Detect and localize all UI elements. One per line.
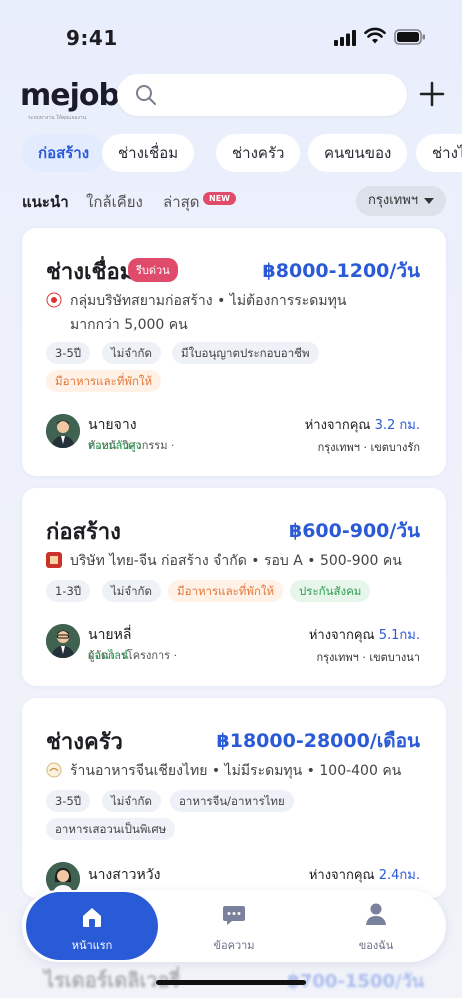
distance-label: ห่างจากคุณ <box>308 868 375 883</box>
company-logo-icon <box>46 552 62 568</box>
status-time: 9:41 <box>66 26 118 50</box>
distance-label: ห่างจากคุณ <box>308 628 375 643</box>
category-chips: ก่อสร้าง ช่างเชื่อม ช่างครัว คนขนของ ช่า… <box>0 134 462 174</box>
recruiter-name: นายหลี่ <box>88 627 132 643</box>
recruiter-name: นางสาวหวัง <box>88 867 161 883</box>
urgent-badge: รีบด่วน <box>128 258 178 282</box>
distance-value: 5.1กม. <box>378 628 420 643</box>
company-logo-icon <box>46 292 62 308</box>
job-card[interactable]: ช่างเชื่อม รีบด่วน ฿8000-1200/วัน กลุ่มบ… <box>22 228 446 476</box>
company-info: กลุ่มบริษัทสยามก่อสร้าง • ไม่ต้องการระดม… <box>70 293 347 309</box>
job-tag: 1-3ปี <box>46 580 91 602</box>
company-logo-icon <box>46 762 62 778</box>
avatar <box>46 414 80 448</box>
job-salary: ฿600-900/วัน <box>288 520 420 542</box>
nav-home-label: หน้าแรก <box>71 939 113 952</box>
job-tag: มีอาหารและที่พักให้ <box>168 580 284 602</box>
logo-text: mejob <box>20 78 120 113</box>
recruiter-avatar-icon <box>46 414 80 448</box>
job-tag: 3-5ปี <box>46 342 91 364</box>
job-title: ช่างเชื่อม <box>46 260 135 285</box>
nav-profile-label: ของฉัน <box>358 939 394 952</box>
wifi-icon <box>364 27 386 44</box>
search-icon <box>136 85 156 105</box>
home-indicator <box>156 980 306 985</box>
job-location: กรุงเทพฯ · เขตบางนา <box>316 651 420 664</box>
job-tag: ประกันสังคม <box>290 580 371 602</box>
job-tag: มีใบอนุญาตประกอบอาชีพ <box>172 342 319 364</box>
job-tag: ไม่จำกัด <box>102 790 161 812</box>
search-bar[interactable] <box>117 74 407 116</box>
bottom-nav: หน้าแรก ข้อความ ของฉัน <box>22 890 446 962</box>
caret-down-icon <box>424 198 434 204</box>
distance: ห่างจากคุณ 2.4กม. <box>309 864 420 885</box>
recruiter-role: หัวหน้าวิศวกรรม · ตอบกลับสูง <box>88 436 174 454</box>
tab-nearby[interactable]: ใกล้เคียง <box>86 190 143 214</box>
region-label: กรุงเทพฯ <box>368 193 419 208</box>
message-icon <box>223 906 245 925</box>
job-tag: ไม่จำกัด <box>102 580 161 602</box>
recruiter-avatar-icon <box>46 624 80 658</box>
peek-job-salary: ฿700-1500/วัน <box>287 971 424 992</box>
job-card[interactable]: ช่างครัว ฿18000-28000/เดือน ร้านอาหารจีน… <box>22 698 446 898</box>
app-logo[interactable]: mejob ระบบหางาน ให้คุณเจองาน <box>20 78 120 121</box>
job-tag: มีอาหารและที่พักให้ <box>46 370 162 392</box>
category-chip-cook[interactable]: ช่างครัว <box>216 134 301 172</box>
status-bar: 9:41 <box>0 0 462 70</box>
distance: ห่างจากคุณ 3.2 กม. <box>305 414 420 435</box>
job-location: กรุงเทพฯ · เขตบางรัก <box>317 441 420 454</box>
category-chip-construction[interactable]: ก่อสร้าง <box>22 134 106 172</box>
region-filter[interactable]: กรุงเทพฯ <box>356 186 446 216</box>
battery-icon <box>394 29 425 45</box>
job-salary: ฿18000-28000/เดือน <box>216 730 420 752</box>
distance-value: 3.2 กม. <box>374 418 420 433</box>
new-badge: NEW <box>203 192 236 205</box>
distance: ห่างจากคุณ 5.1กม. <box>309 624 420 645</box>
job-title: ก่อสร้าง <box>46 520 121 545</box>
nav-profile[interactable]: ของฉัน <box>344 890 408 962</box>
job-tag: 3-5ปี <box>46 790 91 812</box>
avatar <box>46 624 80 658</box>
category-chip-electrician[interactable]: ช่างไฟ <box>416 134 462 172</box>
job-tag: อาหารเสอวนเป็นพิเศษ <box>46 818 176 840</box>
job-title: ช่างครัว <box>46 730 123 755</box>
company-info: ร้านอาหารจีนเชียงไทย • ไม่มีระดมทุน • 10… <box>70 763 402 779</box>
recruiter-name: นายจาง <box>88 417 137 433</box>
category-chip-welder[interactable]: ช่างเชื่อม <box>102 134 195 172</box>
search-input[interactable] <box>167 82 387 108</box>
company-size: มากกว่า 5,000 คน <box>70 317 188 333</box>
job-card[interactable]: ก่อสร้าง ฿600-900/วัน บริษัท ไทย-จีน ก่อ… <box>22 488 446 686</box>
recruiter-role: ผู้จัดการโครงการ · ออนไลน์ <box>88 646 177 664</box>
tab-recommended[interactable]: แนะนำ <box>22 190 69 214</box>
nav-messages-label: ข้อความ <box>213 939 255 952</box>
nav-messages[interactable]: ข้อความ <box>202 890 266 962</box>
signal-icon <box>334 30 356 46</box>
home-icon <box>83 908 101 927</box>
job-tag: อาหารจีน/อาหารไทย <box>170 790 294 812</box>
company-info: บริษัท ไทย-จีน ก่อสร้าง จำกัด • รอบ A • … <box>70 553 402 569</box>
next-job-peek: ไรเดอร์เดลิเวอรี่ ฿700-1500/วัน <box>44 962 434 992</box>
distance-value: 2.4กม. <box>378 868 420 883</box>
logo-tagline: ระบบหางาน ให้คุณเจองาน <box>28 115 87 121</box>
profile-icon <box>366 903 386 925</box>
job-salary: ฿8000-1200/วัน <box>262 260 420 282</box>
tab-latest[interactable]: ล่าสุด <box>163 190 200 214</box>
distance-label: ห่างจากคุณ <box>304 418 371 433</box>
nav-home[interactable]: หน้าแรก <box>26 892 158 960</box>
category-chip-porter[interactable]: คนขนของ <box>308 134 408 172</box>
job-tag: ไม่จำกัด <box>102 342 161 364</box>
add-icon[interactable] <box>418 80 446 108</box>
